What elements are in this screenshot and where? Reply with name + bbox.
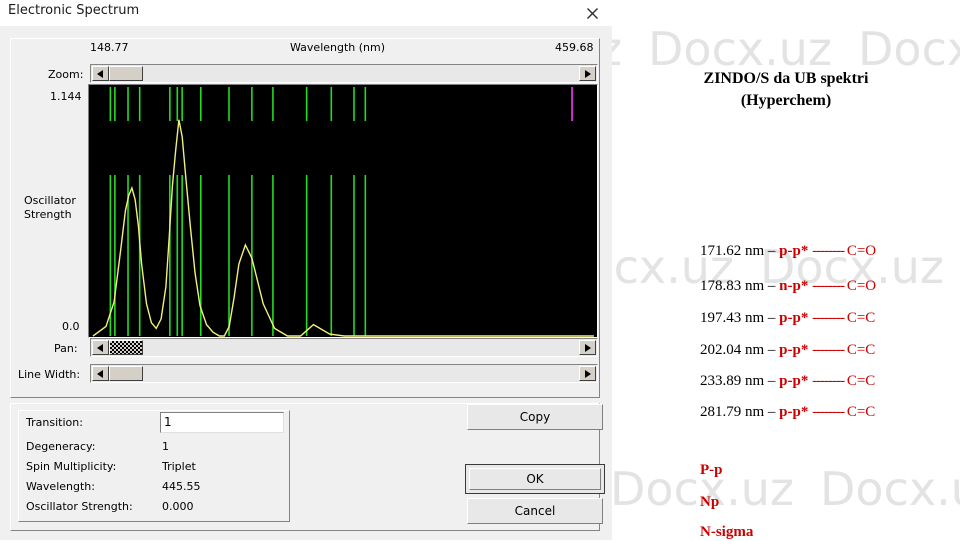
assignment-bond: C=O <box>846 243 877 259</box>
assignment-bond: C=C <box>846 404 876 420</box>
assignment-type: p-p* <box>779 243 813 259</box>
assignment-dash: – <box>767 342 780 358</box>
arrow-right-icon[interactable] <box>579 366 596 381</box>
copy-button[interactable]: Copy <box>467 404 603 430</box>
transition-assignment-row: 281.79 nm – p-p* -------- C=C <box>612 404 960 421</box>
transition-legend-item: P-p <box>700 462 723 478</box>
assignment-bond: C=C <box>846 310 876 326</box>
assignment-dash: – <box>767 310 780 326</box>
spectrum-plot-svg <box>89 85 597 337</box>
spin-multiplicity-label: Spin Multiplicity: <box>26 460 117 473</box>
transition-assignment-row: 178.83 nm – n-p* -------- C=O <box>612 278 960 295</box>
assignment-dots: -------- <box>812 278 847 294</box>
right-annotation-panel: ZINDO/S da UB spektri (Hyperchem) 171.62… <box>612 0 960 540</box>
degeneracy-value: 1 <box>162 440 169 453</box>
assignment-dots: -------- <box>812 310 847 326</box>
assignment-bond: C=O <box>846 278 877 294</box>
assignment-wavelength: 197.43 nm <box>700 310 768 326</box>
wavelength-value: 445.55 <box>162 480 201 493</box>
y-axis-min-label: 0.0 <box>62 320 80 333</box>
transition-assignment-row: 202.04 nm – p-p* -------- C=C <box>612 342 960 359</box>
right-panel-title-line1: ZINDO/S da UB spektri <box>703 70 869 87</box>
assignment-type: n-p* <box>779 278 813 294</box>
assignment-dots: -------- <box>812 373 847 389</box>
transition-assignment-row: 197.43 nm – p-p* -------- C=C <box>612 310 960 327</box>
zoom-scrollbar[interactable] <box>90 64 598 83</box>
assignment-dash: – <box>767 278 780 294</box>
oscillator-strength-value: 0.000 <box>162 500 194 513</box>
arrow-right-icon[interactable] <box>579 340 596 355</box>
x-axis-min-label: 148.77 <box>90 41 129 54</box>
ok-button[interactable]: OK <box>469 468 601 490</box>
right-panel-title-line2: (Hyperchem) <box>740 92 832 109</box>
assignment-wavelength: 233.89 nm <box>700 373 768 389</box>
assignment-type: p-p* <box>779 342 813 358</box>
assignment-type: p-p* <box>779 310 813 326</box>
cancel-button[interactable]: Cancel <box>467 498 603 524</box>
transition-input[interactable]: 1 <box>160 412 284 433</box>
electronic-spectrum-dialog: Electronic Spectrum 148.77 Wavelength (n… <box>0 0 612 540</box>
transition-legend-item: N-sigma <box>700 524 754 540</box>
transition-legend-item: Np <box>700 494 720 510</box>
line-width-scrollbar-thumb[interactable] <box>109 366 143 381</box>
y-axis-label-line1: Oscillator <box>24 194 76 207</box>
arrow-left-icon[interactable] <box>92 340 109 355</box>
x-axis-label: Wavelength (nm) <box>290 41 386 54</box>
assignment-wavelength: 171.62 nm <box>700 243 768 259</box>
oscillator-strength-label: Oscillator Strength: <box>26 500 133 513</box>
spectrum-plot[interactable] <box>88 84 598 338</box>
pan-label: Pan: <box>54 342 78 355</box>
wavelength-label: Wavelength: <box>26 480 95 493</box>
assignment-wavelength: 281.79 nm <box>700 404 768 420</box>
y-axis-max-label: 1.144 <box>50 90 82 103</box>
assignment-bond: C=C <box>846 373 876 389</box>
assignment-dash: – <box>767 373 780 389</box>
arrow-left-icon[interactable] <box>92 66 109 81</box>
transition-label: Transition: <box>26 416 83 429</box>
arrow-right-icon[interactable] <box>579 66 596 81</box>
degeneracy-label: Degeneracy: <box>26 440 96 453</box>
window-title: Electronic Spectrum <box>8 3 140 18</box>
assignment-type: p-p* <box>779 373 813 389</box>
line-width-scrollbar[interactable] <box>90 364 598 383</box>
assignment-wavelength: 202.04 nm <box>700 342 768 358</box>
zoom-scrollbar-thumb[interactable] <box>109 66 143 81</box>
right-panel-title: ZINDO/S da UB spektri (Hyperchem) <box>612 68 960 112</box>
close-icon[interactable] <box>578 2 606 24</box>
assignment-dash: – <box>767 404 780 420</box>
zoom-label: Zoom: <box>48 68 84 81</box>
arrow-left-icon[interactable] <box>92 366 109 381</box>
x-axis-max-label: 459.68 <box>555 41 594 54</box>
assignment-wavelength: 178.83 nm <box>700 278 768 294</box>
assignment-type: p-p* <box>779 404 813 420</box>
dialog-client-area: 148.77 Wavelength (nm) 459.68 Zoom: 1.14… <box>0 26 612 540</box>
transition-assignment-row: 171.62 nm – p-p* -------- C=O <box>612 243 960 260</box>
y-axis-label-line2: Strength <box>24 208 72 221</box>
line-width-label: Line Width: <box>18 368 81 381</box>
assignment-dots: -------- <box>812 243 847 259</box>
pan-scrollbar-thumb[interactable] <box>109 340 143 355</box>
assignment-bond: C=C <box>846 342 876 358</box>
assignment-dash: – <box>767 243 780 259</box>
pan-scrollbar[interactable] <box>90 338 598 357</box>
transition-assignment-row: 233.89 nm – p-p* -------- C=C <box>612 373 960 390</box>
assignment-dots: -------- <box>812 404 847 420</box>
spin-multiplicity-value: Triplet <box>162 460 196 473</box>
assignment-dots: -------- <box>812 342 847 358</box>
dialog-titlebar: Electronic Spectrum <box>0 0 612 26</box>
